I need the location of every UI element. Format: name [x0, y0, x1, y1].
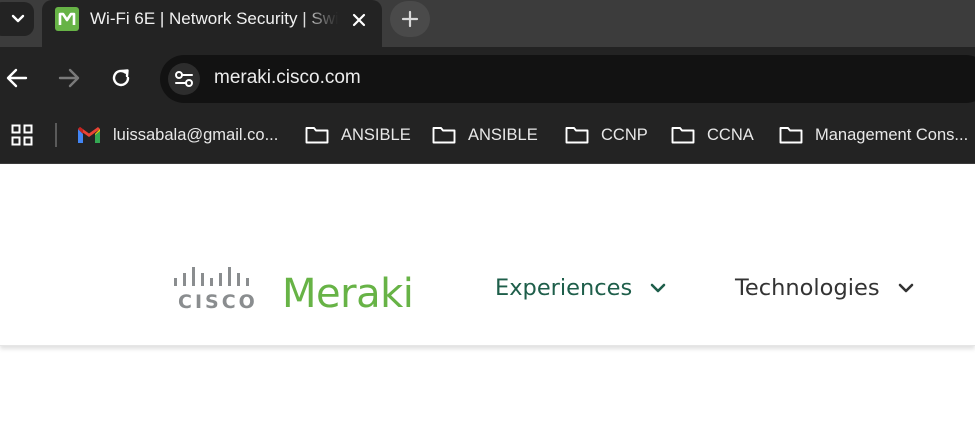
meraki-wordmark: Meraki [282, 271, 414, 317]
plus-icon [401, 10, 419, 28]
cisco-meraki-logo[interactable]: CISCO Meraki [170, 265, 420, 320]
nav-experiences-label: Experiences [495, 275, 633, 301]
url-text[interactable]: meraki.cisco.com [214, 67, 361, 89]
tab-search-button[interactable] [0, 2, 34, 36]
arrow-right-icon [58, 68, 80, 88]
chevron-down-icon [650, 283, 666, 293]
tab-close-button[interactable] [347, 8, 371, 32]
bookmark-label: luissabala@gmail.co... [113, 125, 279, 144]
chevron-down-icon [11, 14, 25, 23]
arrow-left-icon [6, 68, 28, 88]
gmail-icon [77, 125, 101, 145]
bookmark-label: CCNA [707, 125, 754, 144]
folder-icon [565, 125, 589, 145]
tab-title: Wi-Fi 6E | Network Security | Switches |… [90, 9, 338, 28]
nav-experiences[interactable]: Experiences [495, 275, 666, 301]
folder-icon [432, 125, 456, 145]
bookmarks-bar: luissabala@gmail.co... ANSIBLE ANSIBLE C… [0, 107, 975, 164]
meraki-favicon-icon [55, 7, 79, 31]
bookmark-folder-ccnp[interactable]: CCNP [565, 122, 648, 148]
browser-toolbar: meraki.cisco.com [0, 47, 975, 107]
address-bar[interactable]: meraki.cisco.com [160, 55, 975, 103]
bookmark-gmail[interactable]: luissabala@gmail.co... [77, 122, 278, 148]
bookmark-label: ANSIBLE [468, 125, 538, 144]
bookmark-folder-ansible-2[interactable]: ANSIBLE [432, 122, 538, 148]
bookmark-folder-management[interactable]: Management Cons... [779, 122, 968, 148]
folder-icon [305, 125, 329, 145]
folder-icon [671, 125, 695, 145]
bookmark-label: ANSIBLE [341, 125, 411, 144]
bookmark-label: Management Cons... [815, 125, 969, 144]
bookmark-folder-ansible-1[interactable]: ANSIBLE [305, 122, 411, 148]
active-tab[interactable]: Wi-Fi 6E | Network Security | Switches |… [42, 0, 382, 47]
reload-button[interactable] [107, 64, 135, 92]
tune-icon [175, 71, 193, 87]
folder-icon [779, 125, 803, 145]
nav-technologies[interactable]: Technologies [735, 275, 914, 301]
reload-icon [112, 69, 130, 87]
page-viewport: CISCO Meraki Experiences Technologies [0, 165, 975, 435]
new-tab-button[interactable] [390, 1, 430, 37]
forward-button[interactable] [55, 64, 83, 92]
bookmark-folder-ccna[interactable]: CCNA [671, 122, 754, 148]
close-icon [352, 13, 366, 27]
chevron-down-icon [898, 283, 913, 293]
nav-technologies-label: Technologies [735, 275, 880, 301]
cisco-wordmark: CISCO [178, 291, 258, 313]
back-button[interactable] [3, 64, 31, 92]
bookmark-label: CCNP [601, 125, 648, 144]
site-header: CISCO Meraki Experiences Technologies [0, 165, 975, 346]
site-info-button[interactable] [168, 63, 200, 95]
cisco-bars-icon [174, 267, 249, 286]
tab-strip: Wi-Fi 6E | Network Security | Switches |… [0, 0, 975, 47]
bookmarks-divider [55, 123, 57, 147]
apps-grid-icon[interactable] [11, 124, 33, 146]
